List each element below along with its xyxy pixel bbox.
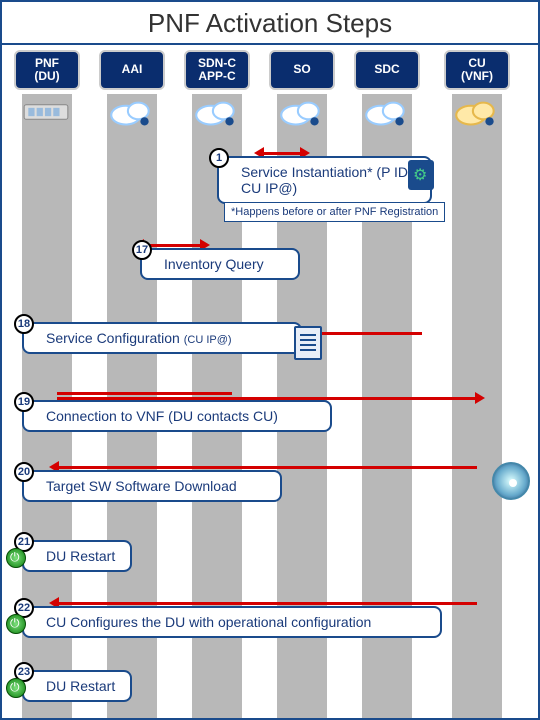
cloud-icon-cu	[450, 96, 502, 128]
hdr-sdc: SDC	[354, 50, 420, 90]
footnote: *Happens before or after PNF Registratio…	[224, 202, 445, 222]
step-text: Target SW Software Download	[46, 478, 237, 494]
step-service-configuration: 18 Service Configuration (CU IP@)	[22, 322, 302, 354]
document-icon	[294, 326, 322, 360]
cloud-icon	[105, 96, 157, 128]
step-badge: 20	[14, 462, 34, 482]
step-text: CU Configures the DU with operational co…	[46, 614, 371, 630]
hdr-aai: AAI	[99, 50, 165, 90]
step-text: DU Restart	[46, 548, 115, 564]
arrow-conn-vnf-1	[57, 392, 232, 395]
step-badge: 17	[132, 240, 152, 260]
step-text: Inventory Query	[164, 256, 264, 272]
arrow-so-sdnc	[262, 152, 302, 155]
cloud-icon	[360, 96, 412, 128]
step-cu-configures: 22 CU Configures the DU with operational…	[22, 606, 442, 638]
hdr-pnf: PNF(DU)	[14, 50, 80, 90]
arrow-cu-configures	[57, 602, 477, 605]
step-badge: 19	[14, 392, 34, 412]
column-headers: PNF(DU) AAI SDN-CAPP-C SO SDC CU(VNF)	[2, 50, 538, 94]
step-text: DU Restart	[46, 678, 115, 694]
page-title: PNF Activation Steps	[2, 2, 538, 45]
cloud-icon	[190, 96, 242, 128]
step-du-restart-2: 23 DU Restart	[22, 670, 132, 702]
step-connection-vnf: 19 Connection to VNF (DU contacts CU)	[22, 400, 332, 432]
step-sw-download: 20 Target SW Software Download	[22, 470, 282, 502]
step-badge: 1	[209, 148, 229, 168]
step-text: Service Configuration	[46, 330, 180, 346]
power-icon	[6, 614, 26, 634]
hdr-sdnc: SDN-CAPP-C	[184, 50, 250, 90]
hdr-cu: CU(VNF)	[444, 50, 510, 90]
step-du-restart-1: 21 DU Restart	[22, 540, 132, 572]
arrow-sw-download	[57, 466, 477, 469]
power-icon	[6, 678, 26, 698]
lane-icons	[2, 96, 538, 132]
disk-icon	[492, 462, 530, 500]
step-text: Connection to VNF (DU contacts CU)	[46, 408, 278, 424]
hdr-so: SO	[269, 50, 335, 90]
cloud-icon	[275, 96, 327, 128]
step-service-instantiation: 1 Service Instantiation* (P ID, CU IP@)	[217, 156, 432, 204]
config-icon	[408, 160, 434, 190]
step-text: Service Instantiation* (P ID, CU IP@)	[241, 164, 412, 196]
power-icon	[6, 548, 26, 568]
server-icon	[20, 96, 72, 128]
step-suffix: (CU IP@)	[184, 334, 232, 346]
step-inventory-query: 17 Inventory Query	[140, 248, 300, 280]
step-badge: 18	[14, 314, 34, 334]
